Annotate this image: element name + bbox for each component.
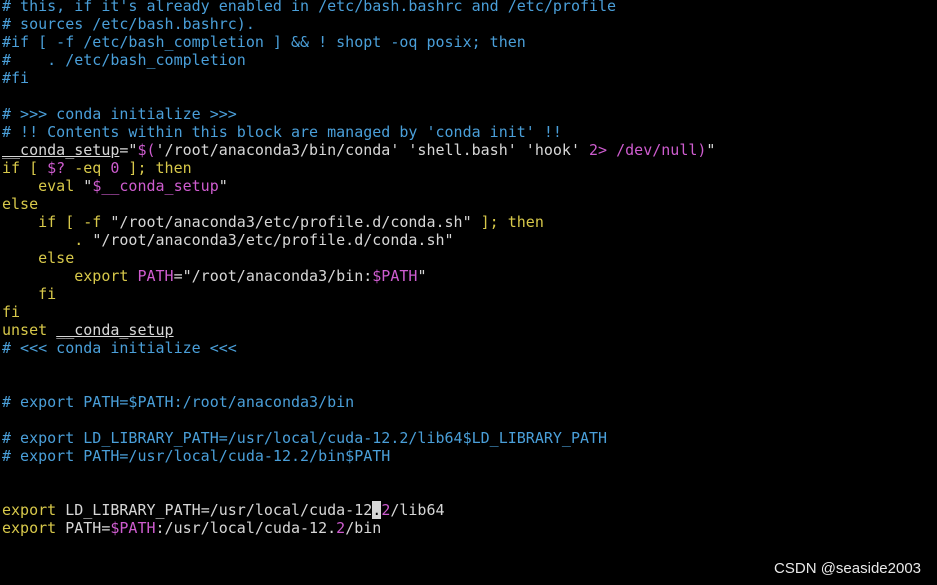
code-token: 2> (589, 141, 608, 159)
code-token: fi (2, 303, 21, 321)
code-token: if [ -f (2, 213, 111, 231)
code-line[interactable] (2, 483, 937, 501)
code-line[interactable] (2, 357, 937, 375)
code-token: # export LD_LIBRARY_PATH=/usr/local/cuda… (2, 429, 608, 447)
code-token: ]; then (119, 159, 192, 177)
code-token: " (83, 177, 93, 195)
code-line[interactable]: # !! Contents within this block are mana… (2, 123, 937, 141)
code-line[interactable]: # export PATH=/usr/local/cuda-12.2/bin$P… (2, 447, 937, 465)
code-token: =" (119, 141, 138, 159)
code-token: export (2, 267, 138, 285)
text-cursor: . (372, 501, 382, 519)
code-line[interactable]: export LD_LIBRARY_PATH=/usr/local/cuda-1… (2, 501, 937, 519)
code-line[interactable]: # . /etc/bash_completion (2, 51, 937, 69)
code-token: $PATH (110, 519, 156, 537)
code-line[interactable]: # sources /etc/bash.bashrc). (2, 15, 937, 33)
code-token: '/root/anaconda3/bin/conda' 'shell.bash'… (155, 141, 590, 159)
code-line[interactable]: __conda_setup="$('/root/anaconda3/bin/co… (2, 141, 937, 159)
code-token: # export PATH=/usr/local/cuda-12.2/bin$P… (2, 447, 391, 465)
code-token: __conda_setup (2, 141, 120, 159)
code-line[interactable]: # <<< conda initialize <<< (2, 339, 937, 357)
code-token: LD_LIBRARY_PATH (65, 501, 201, 519)
code-token: /dev/null) (616, 141, 707, 159)
code-token: else (2, 195, 39, 213)
code-token: /bin (345, 519, 382, 537)
code-line[interactable] (2, 375, 937, 393)
code-token: [ (20, 159, 48, 177)
code-line[interactable]: #if [ -f /etc/bash_completion ] && ! sho… (2, 33, 937, 51)
code-token: # >>> conda initialize >>> (2, 105, 237, 123)
code-line[interactable] (2, 87, 937, 105)
code-token: "/root/anaconda3/etc/profile.d/conda.sh" (110, 213, 472, 231)
code-token: $PATH (372, 267, 418, 285)
code-token: " (218, 177, 228, 195)
code-token: eval (2, 177, 84, 195)
code-token: # sources /etc/bash.bashrc). (2, 15, 255, 33)
code-line[interactable]: . "/root/anaconda3/etc/profile.d/conda.s… (2, 231, 937, 249)
code-token: 2 (336, 519, 346, 537)
code-line[interactable]: # this, if it's already enabled in /etc/… (2, 0, 937, 15)
code-token: # . /etc/bash_completion (2, 51, 246, 69)
code-token: export (2, 501, 66, 519)
code-token: if (2, 159, 21, 177)
code-line[interactable]: # export LD_LIBRARY_PATH=/usr/local/cuda… (2, 429, 937, 447)
code-line[interactable]: else (2, 195, 937, 213)
code-token: fi (2, 285, 57, 303)
code-token: PATH (65, 519, 102, 537)
bashrc-editor[interactable]: # this, if it's already enabled in /etc/… (2, 0, 937, 537)
code-token: :/usr/local/cuda-12. (155, 519, 337, 537)
code-token: =/usr/local/cuda-12 (200, 501, 373, 519)
code-token: ="/root/anaconda3/bin: (173, 267, 373, 285)
code-token: # !! Contents within this block are mana… (2, 123, 562, 141)
code-token: ]; then (471, 213, 544, 231)
code-token: -eq (65, 159, 111, 177)
code-line[interactable] (2, 411, 937, 429)
code-line[interactable]: # >>> conda initialize >>> (2, 105, 937, 123)
code-token: export (2, 519, 66, 537)
code-line[interactable]: if [ -f "/root/anaconda3/etc/profile.d/c… (2, 213, 937, 231)
code-line[interactable]: export PATH="/root/anaconda3/bin:$PATH" (2, 267, 937, 285)
code-token: # <<< conda initialize <<< (2, 339, 237, 357)
code-token: " (417, 267, 427, 285)
code-token: # this, if it's already enabled in /etc/… (2, 0, 617, 15)
code-line[interactable]: # export PATH=$PATH:/root/anaconda3/bin (2, 393, 937, 411)
code-line[interactable]: eval "$__conda_setup" (2, 177, 937, 195)
code-token: unset (2, 321, 57, 339)
code-line[interactable]: fi (2, 303, 937, 321)
code-token: # export PATH=$PATH:/root/anaconda3/bin (2, 393, 355, 411)
code-line[interactable]: if [ $? -eq 0 ]; then (2, 159, 937, 177)
code-line[interactable]: export PATH=$PATH:/usr/local/cuda-12.2/b… (2, 519, 937, 537)
code-line[interactable]: unset __conda_setup (2, 321, 937, 339)
code-line[interactable]: else (2, 249, 937, 267)
code-token: $__conda_setup (92, 177, 219, 195)
code-token: 2 (381, 501, 391, 519)
code-token: "/root/anaconda3/etc/profile.d/conda.sh" (92, 231, 454, 249)
code-line[interactable]: fi (2, 285, 937, 303)
code-token: #if [ -f /etc/bash_completion ] && ! sho… (2, 33, 526, 51)
code-token: . (2, 231, 93, 249)
code-token: #fi (2, 69, 30, 87)
code-line[interactable] (2, 465, 937, 483)
code-token: PATH (137, 267, 174, 285)
code-line[interactable]: #fi (2, 69, 937, 87)
code-token: else (2, 249, 75, 267)
code-token: $? (47, 159, 66, 177)
code-token: __conda_setup (56, 321, 174, 339)
code-token: " (706, 141, 716, 159)
code-token: $( (137, 141, 156, 159)
watermark-label: CSDN @seaside2003 (774, 560, 921, 577)
code-token: /lib64 (390, 501, 445, 519)
